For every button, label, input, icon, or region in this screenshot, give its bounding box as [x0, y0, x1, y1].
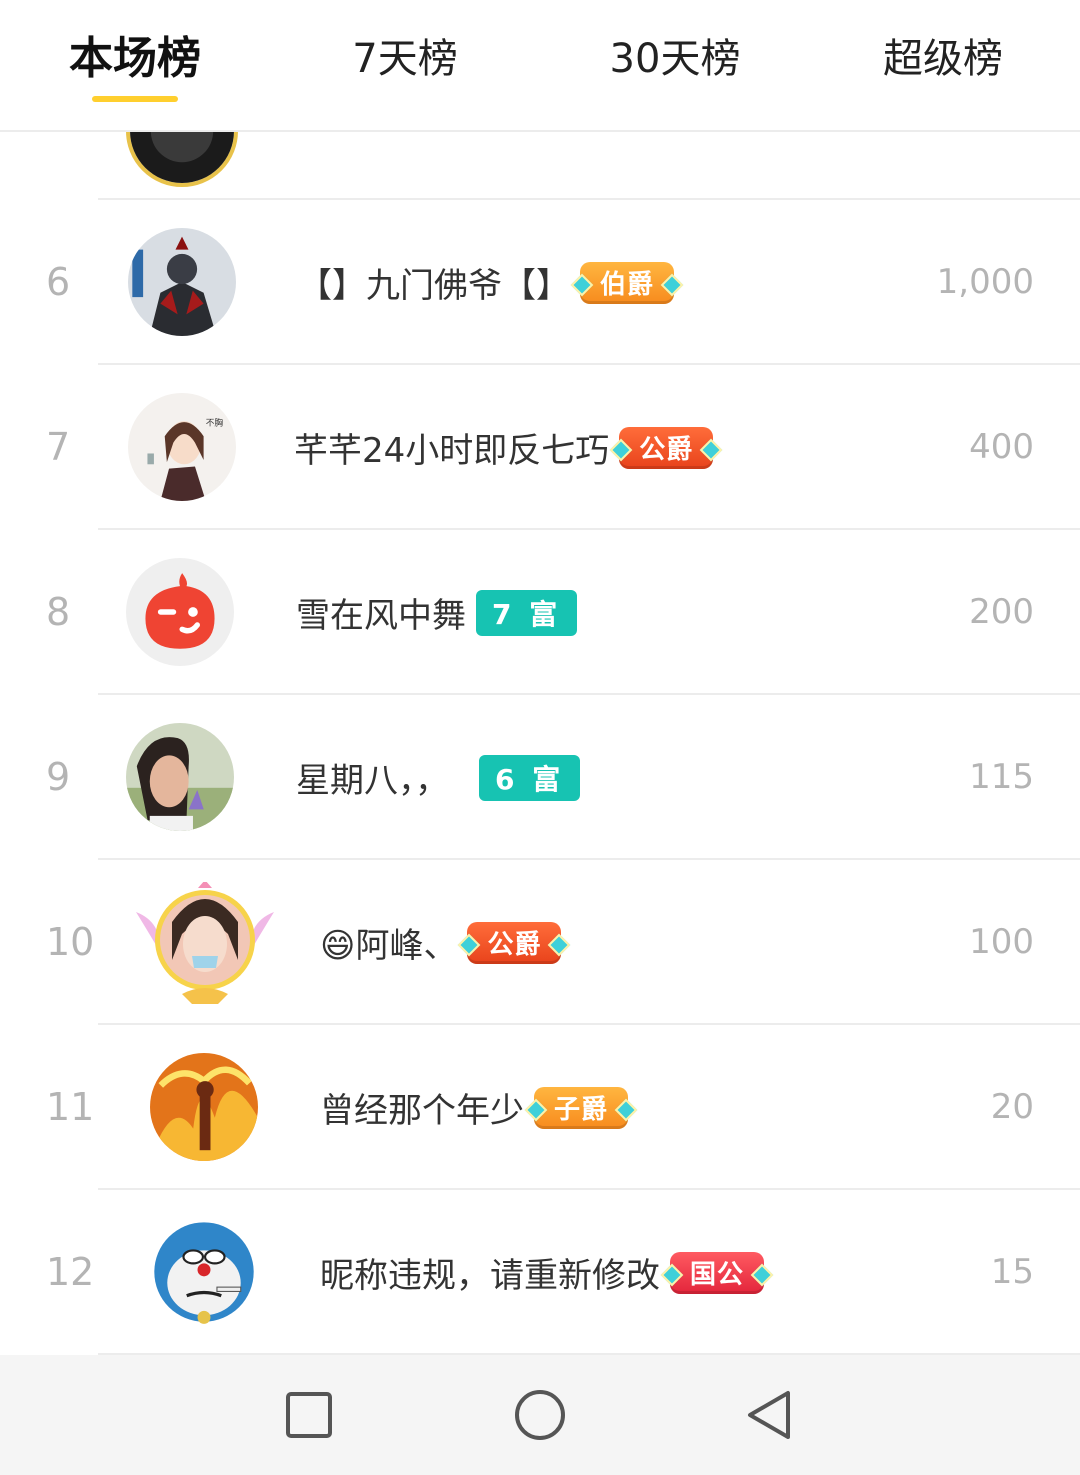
table-row[interactable]: 7 不胸 芊芊24小时即反七巧 公爵 400 [0, 365, 1080, 530]
table-row[interactable]: 6 【】九门佛爷【】 伯爵 1,000 [0, 200, 1080, 365]
wealth-badge: 7 富 [476, 589, 578, 636]
table-row[interactable]: 8 雪在风中舞 7 富 200 [0, 530, 1080, 695]
user-name-wrap: 昵称违规，请重新修改 国公 [320, 1190, 774, 1355]
score-value: 20 [990, 1087, 1034, 1127]
user-name: 【】九门佛爷【】 [298, 266, 570, 306]
table-row[interactable]: 12 昵称违规，请重新修改 国公 15 [0, 1190, 1080, 1355]
tab-super[interactable]: 超级榜 [868, 24, 1018, 94]
svg-text:不胸: 不胸 [206, 416, 224, 428]
anime-woman-avatar[interactable]: 不胸 [128, 393, 236, 501]
user-name: 曾经那个年少 [320, 1091, 524, 1131]
score-value: 1,000 [936, 262, 1034, 302]
noble-badge: 国公 [660, 1251, 774, 1294]
badge-label: 子爵 [554, 1095, 609, 1125]
fire-figure-avatar[interactable] [150, 1053, 258, 1161]
table-row[interactable]: 10 😄阿峰、 公爵 100 [0, 860, 1080, 1025]
ranking-tabs: 本场榜 7天榜 30天榜 超级榜 [0, 0, 1080, 132]
doraemon-avatar[interactable] [150, 1218, 258, 1326]
badge-label: 国公 [690, 1260, 745, 1290]
tab-7-days[interactable]: 7天榜 [330, 24, 480, 94]
score-value: 15 [990, 1252, 1034, 1292]
rank-number: 10 [46, 920, 95, 964]
noble-badge: 公爵 [458, 921, 571, 964]
table-row[interactable]: 11 曾经那个年少 子爵 20 [0, 1025, 1080, 1190]
user-name-wrap: 星期八，， 6 富 [296, 695, 581, 860]
badge-label: 公爵 [487, 930, 542, 960]
wealth-badge: 6 富 [479, 754, 581, 801]
ranking-list[interactable]: 6 【】九门佛爷【】 伯爵 1,000 7 不胸 芊芊24小时即反七巧 公爵 4… [0, 0, 1080, 1355]
user-name-wrap: 芊芊24小时即反七巧 公爵 [294, 365, 723, 530]
badge-label: 伯爵 [600, 270, 655, 300]
noble-badge: 公爵 [609, 426, 723, 469]
user-name-wrap: 曾经那个年少 子爵 [320, 1025, 638, 1190]
user-name-wrap: 😄阿峰、 公爵 [320, 860, 571, 1025]
active-tab-indicator [92, 96, 178, 102]
tab-this-session[interactable]: 本场榜 [60, 24, 210, 94]
user-name: 雪在风中舞 [296, 596, 466, 636]
back-icon[interactable] [740, 1385, 800, 1445]
woman-photo-avatar[interactable] [126, 723, 234, 831]
rank-number: 7 [46, 425, 71, 469]
user-name: 芊芊24小时即反七巧 [294, 431, 610, 471]
user-name: 昵称违规，请重新修改 [320, 1256, 660, 1296]
noble-badge: 伯爵 [570, 261, 684, 304]
default-wink-avatar[interactable] [126, 558, 234, 666]
rank-number: 8 [46, 590, 71, 634]
noble-badge: 子爵 [524, 1086, 638, 1129]
user-name: 😄阿峰、 [320, 926, 458, 966]
tab-30-days[interactable]: 30天榜 [590, 24, 760, 94]
user-name-wrap: 【】九门佛爷【】 伯爵 [298, 200, 684, 365]
user-name-wrap: 雪在风中舞 7 富 [296, 530, 578, 695]
rank-number: 12 [46, 1250, 95, 1294]
home-icon[interactable] [510, 1385, 570, 1445]
recent-apps-icon[interactable] [279, 1385, 339, 1445]
user-name: 星期八，， [296, 761, 449, 801]
rank-number: 11 [46, 1085, 95, 1129]
score-value: 400 [969, 427, 1034, 467]
rank-number: 6 [46, 260, 71, 304]
score-value: 115 [969, 757, 1034, 797]
ranking-page: 6 【】九门佛爷【】 伯爵 1,000 7 不胸 芊芊24小时即反七巧 公爵 4… [0, 0, 1080, 1475]
score-value: 100 [969, 922, 1034, 962]
avatar-frame [132, 880, 278, 1006]
system-nav-bar [0, 1355, 1080, 1475]
rank-number: 9 [46, 755, 71, 799]
score-value: 200 [969, 592, 1034, 632]
badge-label: 公爵 [639, 435, 694, 465]
warrior-avatar[interactable] [128, 228, 236, 336]
table-row[interactable]: 9 星期八，， 6 富 115 [0, 695, 1080, 860]
